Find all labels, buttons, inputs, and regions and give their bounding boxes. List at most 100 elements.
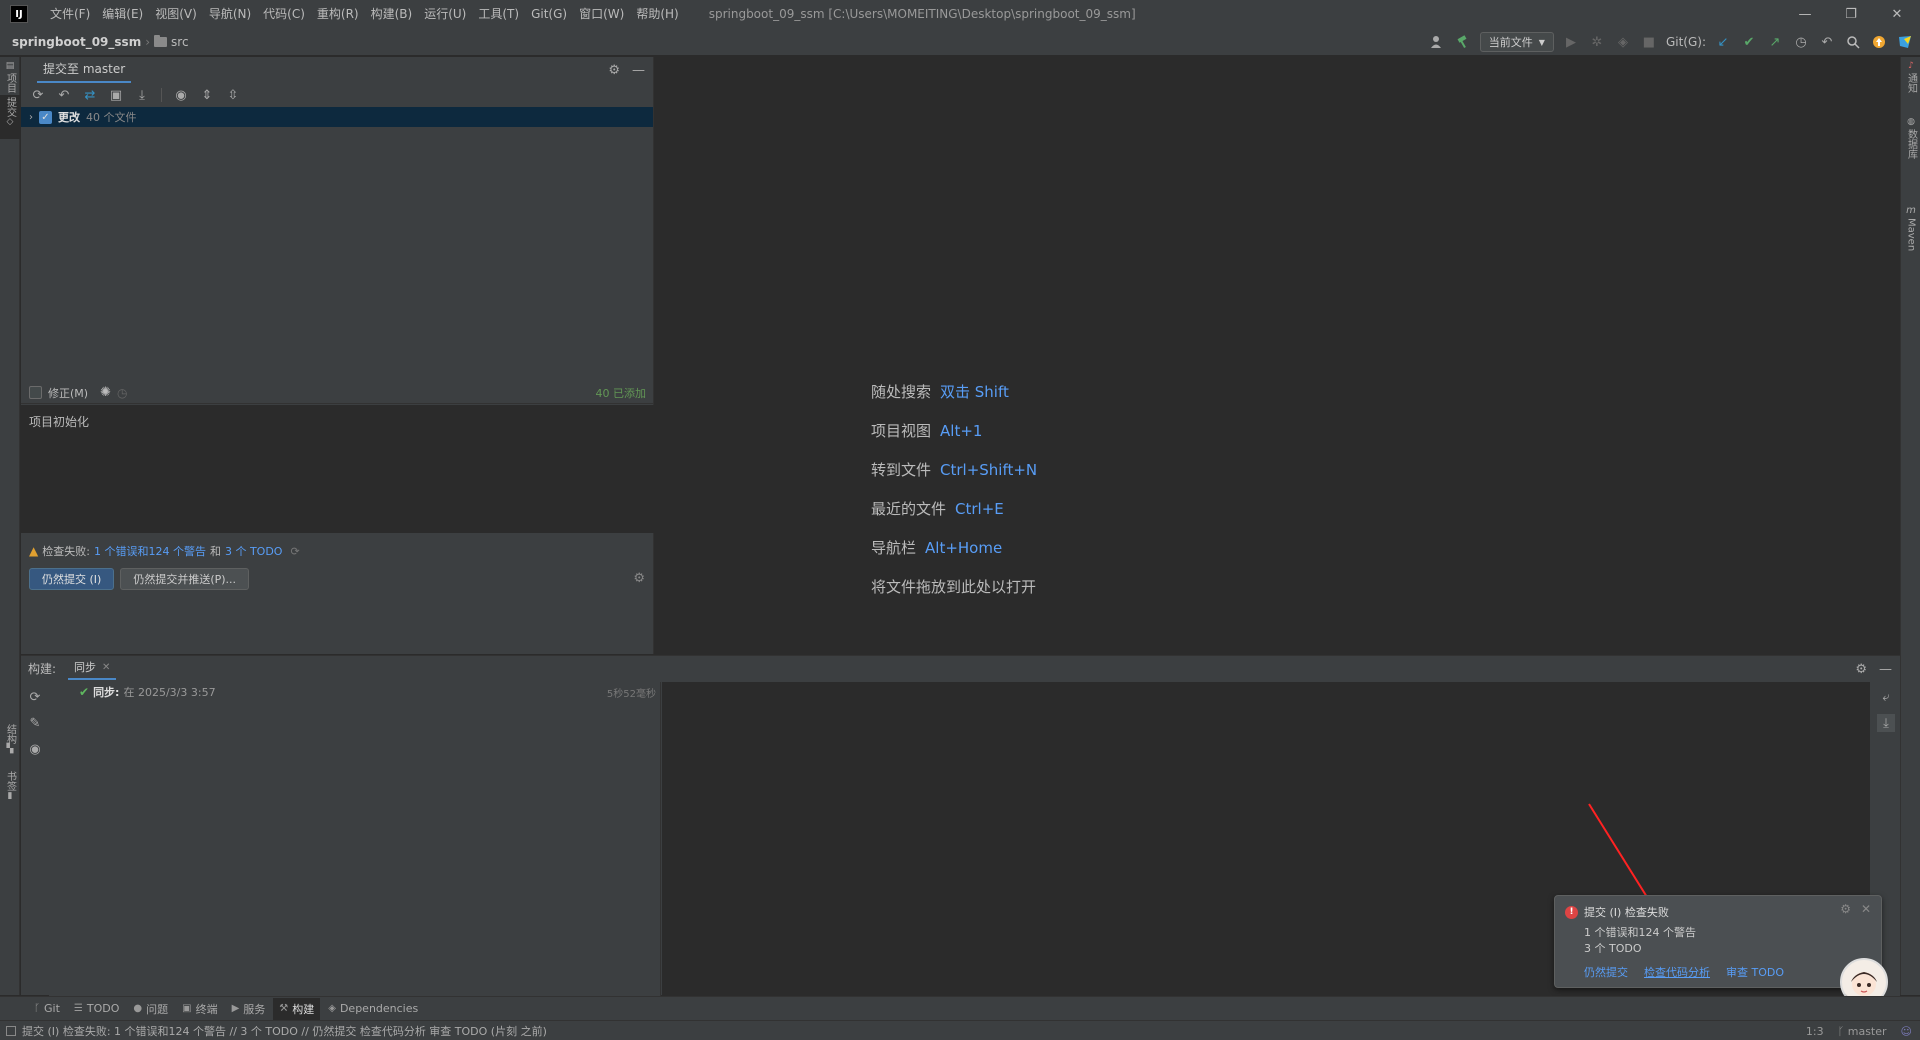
build-hammer-icon[interactable] — [1454, 33, 1472, 51]
bookmarks-tool-tab[interactable]: 书签 ▮ — [0, 769, 20, 809]
close-icon[interactable]: ✕ — [102, 662, 110, 673]
tool-tab-git[interactable]: ᚴ Git — [28, 998, 66, 1020]
git-branch-widget[interactable]: ᚴ master — [1838, 1025, 1887, 1038]
commit-options-gear-icon[interactable]: ⚙ — [633, 571, 645, 586]
commit-tool-tab[interactable]: 提交 ◇ — [0, 95, 20, 139]
error-icon: ! — [1565, 905, 1578, 919]
gear-icon[interactable]: ⚙ — [608, 63, 620, 78]
jetbrains-logo-icon[interactable] — [1896, 33, 1914, 51]
status-message[interactable]: 提交 (I) 检查失败: 1 个错误和124 个警告 // 3 个 TODO /… — [22, 1023, 547, 1039]
debug-icon[interactable]: ✲ — [1588, 33, 1606, 51]
refresh-icon[interactable]: ⟳ — [26, 688, 44, 706]
notification-review-todo-link[interactable]: 审查 TODO — [1726, 964, 1784, 980]
refresh-icon[interactable]: ⟳ — [29, 86, 47, 104]
commit-panel-title[interactable]: 提交至 master — [37, 57, 132, 83]
project-tool-tab[interactable]: ▤ 项目 — [0, 57, 20, 93]
commit-message-input[interactable]: 项目初始化 — [21, 405, 654, 533]
toolbar-separator — [161, 88, 162, 102]
tab-sync[interactable]: 同步 ✕ — [68, 656, 117, 680]
soft-wrap-icon[interactable]: ⤶ — [1877, 688, 1895, 706]
history-icon[interactable]: ◷ — [1792, 33, 1810, 51]
gear-icon[interactable]: ⚙ — [1855, 662, 1867, 677]
amend-checkbox[interactable] — [29, 386, 42, 399]
maven-tool-tab[interactable]: m Maven — [1901, 205, 1920, 261]
expand-all-icon[interactable]: ⇕ — [198, 86, 216, 104]
sync-result-row[interactable]: ✔ 同步: 在 2025/3/3 3:57 5秒52毫秒 — [49, 682, 660, 702]
git-push-icon[interactable]: ↗ — [1766, 33, 1784, 51]
tool-tab-build[interactable]: ⚒ 构建 — [273, 997, 321, 1020]
sync-time: 在 2025/3/3 3:57 — [123, 686, 216, 699]
commit-anyway-button[interactable]: 仍然提交 (I) — [29, 568, 115, 590]
minimize-panel-icon[interactable]: — — [632, 63, 645, 78]
gear-icon[interactable]: ⚙ — [1840, 902, 1851, 916]
git-commit-icon[interactable]: ✔ — [1740, 33, 1758, 51]
intellij-logo-icon: IJ — [10, 5, 28, 23]
menu-tools[interactable]: 工具(T) — [472, 0, 525, 28]
notification-todo-text: 3 个 TODO — [1584, 942, 1642, 955]
tool-tab-dependencies[interactable]: ◈ Dependencies — [322, 998, 424, 1020]
rollback-icon[interactable]: ↶ — [1818, 33, 1836, 51]
tool-tab-terminal[interactable]: ▣ 终端 — [176, 998, 223, 1020]
user-icon[interactable] — [1428, 33, 1446, 51]
run-icon[interactable]: ▶ — [1562, 33, 1580, 51]
git-update-icon[interactable]: ↙ — [1714, 33, 1732, 51]
menu-git[interactable]: Git(G) — [525, 0, 573, 28]
eye-icon[interactable]: ◉ — [172, 86, 190, 104]
menu-view[interactable]: 视图(V) — [149, 0, 203, 28]
rerun-icon[interactable]: ⟳ — [290, 545, 299, 558]
amend-label[interactable]: 修正(M) — [48, 385, 88, 401]
breadcrumb-project[interactable]: springboot_09_ssm — [12, 35, 141, 49]
changes-group-row[interactable]: › ✓ 更改 40 个文件 — [21, 107, 653, 127]
nav-toolbar: 当前文件 ▼ ▶ ✲ ◈ ■ Git(G): ↙ ✔ ↗ ◷ ↶ — [1428, 28, 1914, 56]
power-save-icon[interactable]: ☺ — [1901, 1025, 1912, 1038]
minimize-button[interactable]: — — [1782, 0, 1828, 28]
changes-checkbox[interactable]: ✓ — [39, 110, 52, 124]
tool-tab-todo[interactable]: ☰ TODO — [68, 998, 125, 1020]
toggle-tool-windows-icon[interactable] — [6, 1025, 16, 1036]
tool-tab-services[interactable]: ▶ 服务 — [226, 998, 272, 1020]
history-icon[interactable]: ◷ — [117, 386, 127, 400]
shelve-icon[interactable]: ▣ — [107, 86, 125, 104]
menu-run[interactable]: 运行(U) — [418, 0, 472, 28]
restore-button[interactable]: ❐ — [1828, 0, 1874, 28]
chevron-right-icon[interactable]: › — [29, 112, 33, 123]
tool-tab-label: 构建 — [292, 1002, 315, 1016]
minimize-panel-icon[interactable]: — — [1879, 662, 1892, 677]
collapse-all-icon[interactable]: ⇳ — [224, 86, 242, 104]
tool-tab-problems[interactable]: ● 问题 — [127, 998, 174, 1020]
close-window-button[interactable]: ✕ — [1874, 0, 1920, 28]
check-todo-link[interactable]: 3 个 TODO — [225, 543, 283, 559]
menu-window[interactable]: 窗口(W) — [573, 0, 630, 28]
menu-help[interactable]: 帮助(H) — [630, 0, 684, 28]
stop-icon[interactable]: ■ — [1640, 33, 1658, 51]
close-icon[interactable]: ✕ — [1861, 902, 1871, 916]
notifications-tab-label: 通知 — [1905, 73, 1917, 93]
notification-analyze-code-link[interactable]: 检查代码分析 — [1644, 964, 1710, 980]
coverage-icon[interactable]: ◈ — [1614, 33, 1632, 51]
run-configuration-select[interactable]: 当前文件 ▼ — [1479, 32, 1554, 52]
update-icon[interactable] — [1870, 33, 1888, 51]
pin-icon[interactable]: ✎ — [26, 714, 44, 732]
commit-and-push-anyway-button[interactable]: 仍然提交并推送(P)... — [120, 568, 250, 590]
download-icon[interactable]: ⤓ — [133, 86, 151, 104]
menu-code[interactable]: 代码(C) — [257, 0, 311, 28]
menu-refactor[interactable]: 重构(R) — [311, 0, 365, 28]
caret-position[interactable]: 1:3 — [1806, 1025, 1824, 1038]
search-icon[interactable] — [1844, 33, 1862, 51]
diff-icon[interactable]: ⇄ — [81, 86, 99, 104]
notifications-tool-tab[interactable]: ♪ 通知 — [1901, 61, 1920, 101]
database-tool-tab[interactable]: ◍ 数据库 — [1901, 117, 1920, 173]
menu-file[interactable]: 文件(F) — [44, 0, 96, 28]
scroll-to-end-icon[interactable]: ⤓ — [1877, 714, 1895, 732]
rollback-icon[interactable]: ↶ — [55, 86, 73, 104]
check-errors-link[interactable]: 1 个错误和124 个警告 — [94, 543, 206, 559]
ai-assistant-icon[interactable]: ✺ — [100, 385, 111, 400]
menu-navigate[interactable]: 导航(N) — [203, 0, 257, 28]
menu-edit[interactable]: 编辑(E) — [96, 0, 149, 28]
eye-icon[interactable]: ◉ — [26, 740, 44, 758]
breadcrumb-src[interactable]: src — [154, 34, 189, 49]
structure-tab-label: 结构 — [4, 724, 16, 744]
structure-tool-tab[interactable]: 结构 ▚ — [0, 722, 20, 762]
menu-build[interactable]: 构建(B) — [365, 0, 419, 28]
notification-commit-anyway-link[interactable]: 仍然提交 — [1584, 964, 1628, 980]
